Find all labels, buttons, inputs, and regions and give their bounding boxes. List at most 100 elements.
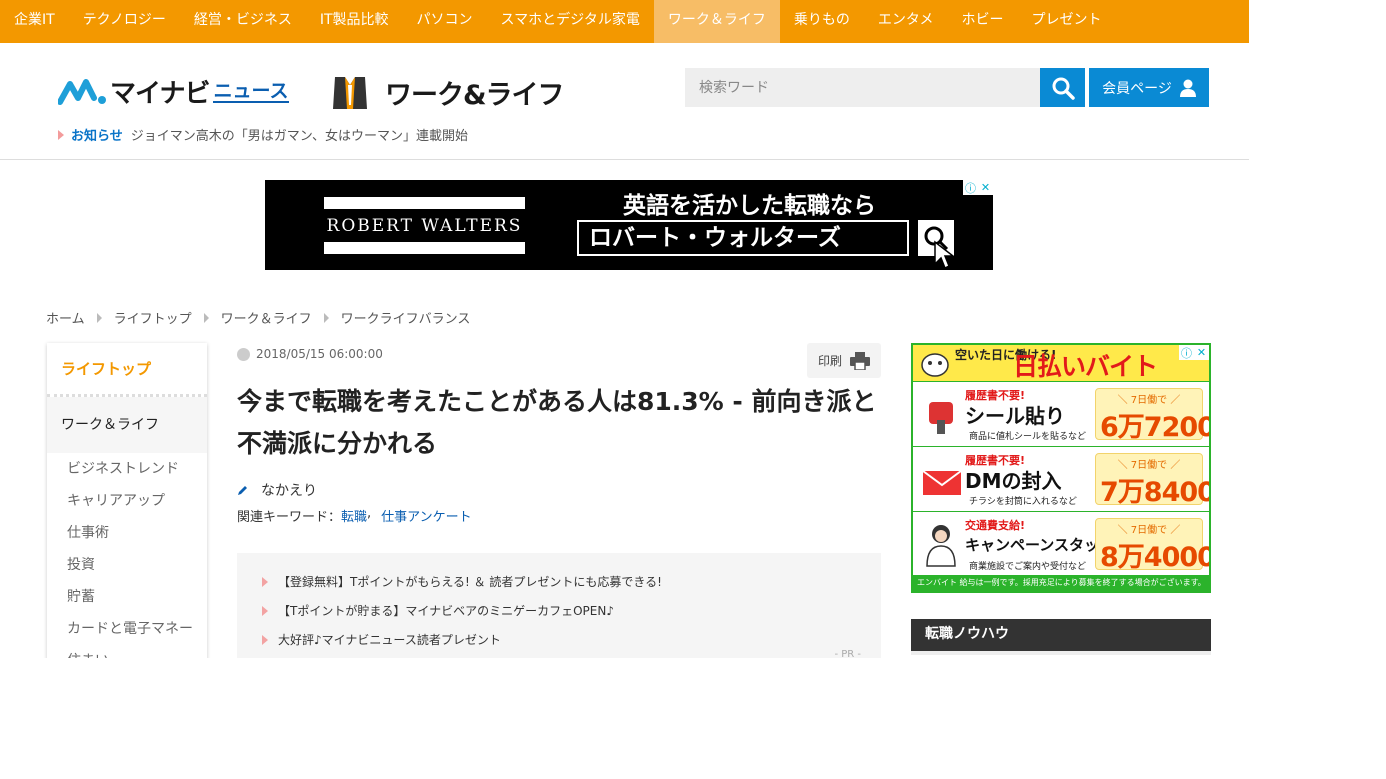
ad-close-icon[interactable]: ✕	[978, 180, 993, 195]
nav-item-it-compare[interactable]: IT製品比較	[306, 0, 403, 43]
search-icon	[1052, 77, 1075, 100]
article-date-text: 2018/05/15 06:00:00	[256, 347, 383, 361]
sidebar-ad-header: 空いた日に働ける! 日払いバイト ⓘ ✕	[913, 345, 1209, 381]
global-nav: 企業IT テクノロジー 経営・ビジネス IT製品比較 パソコン スマホとデジタル…	[0, 0, 1249, 43]
search-button[interactable]	[1040, 68, 1085, 107]
cat-mascot-icon	[921, 353, 949, 377]
print-label: 印刷	[817, 354, 842, 368]
sidebar-item-life-top[interactable]: ライフトップ	[47, 343, 207, 397]
pay-days: ＼ 7日働で ／	[1117, 525, 1181, 536]
site-logo[interactable]: マイナビ ニュース	[58, 73, 289, 110]
site-header: マイナビ ニュース ワーク&ライフ 会員ページ お知らせ ジョイマン高木の「男は…	[0, 43, 1249, 160]
breadcrumb-work-life[interactable]: ワーク＆ライフ	[221, 308, 312, 327]
pay-amount: 7万8400	[1100, 477, 1211, 508]
sidebar-item-work-life[interactable]: ワーク＆ライフ	[47, 397, 207, 453]
pen-icon	[238, 486, 247, 495]
job-description: 商品に値札シールを貼るなど	[969, 432, 1087, 442]
job-pay: ＼ 7日働で ／ 6万7200円	[1095, 388, 1209, 443]
notice-bar: お知らせ ジョイマン高木の「男はガマン、女はウーマン」連載開始	[58, 125, 468, 144]
breadcrumb-separator-icon	[96, 312, 102, 323]
mynavi-logo-icon	[58, 78, 106, 105]
keywords-label: 関連キーワード：	[237, 510, 342, 525]
sidebar-item-cards[interactable]: カードと電子マネー	[47, 613, 207, 645]
logo-brand-text: マイナビ	[110, 79, 210, 109]
notice-link[interactable]: ジョイマン高木の「男はガマン、女はウーマン」連載開始	[131, 125, 468, 144]
pr-link-text: 【登録無料】Tポイントがもらえる! ＆ 読者プレゼントにも応募できる!	[278, 575, 662, 589]
sidebar-ad-job-row: 交通費支給! キャンペーンスタッフ 商業施設でご案内や受付など ＼ 7日働で ／…	[913, 511, 1209, 576]
breadcrumb-separator-icon	[203, 312, 209, 323]
sidebar-ad-choices[interactable]: ⓘ ✕	[1179, 345, 1209, 360]
sidebar-ad-job-row: 履歴書不要! DMの封入 チラシを封筒に入れるなど ＼ 7日働で ／ 7万840…	[913, 446, 1209, 511]
ad-choices[interactable]: ⓘ ✕	[963, 180, 993, 195]
pr-link[interactable]: 大好評♪マイナビニュース読者プレゼント	[262, 631, 501, 648]
keyword-link[interactable]: 転職	[341, 506, 367, 525]
pr-links: 【登録無料】Tポイントがもらえる! ＆ 読者プレゼントにも応募できる! 【Tポイ…	[237, 553, 881, 668]
sidebar-item-work-tips[interactable]: 仕事術	[47, 517, 207, 549]
search-input[interactable]	[685, 68, 1040, 107]
category-sidebar: ライフトップ ワーク＆ライフ ビジネストレンド キャリアアップ 仕事術 投資 貯…	[47, 343, 207, 663]
nav-item-work-life[interactable]: ワーク＆ライフ	[653, 0, 780, 43]
ad-headline: 英語を活かした転職なら	[623, 193, 876, 219]
sidebar-ad-job-row: 履歴書不要! シール貼り 商品に値札シールを貼るなど ＼ 7日働で ／ 6万72…	[913, 381, 1209, 446]
nav-item-business[interactable]: 経営・ビジネス	[180, 0, 306, 43]
pr-link-text: 【Tポイントが貯まる】マイナビベアのミニゲーカフェOPEN♪	[278, 604, 614, 618]
nav-item-entertainment[interactable]: エンタメ	[864, 0, 948, 43]
nav-item-present[interactable]: プレゼント	[1017, 0, 1115, 43]
job-description: チラシを封筒に入れるなど	[969, 497, 1077, 507]
sidebar-ad[interactable]: 空いた日に働ける! 日払いバイト ⓘ ✕ 履歴書不要! シール貼り 商品に値札シ…	[911, 343, 1211, 593]
job-requirement: 交通費支給!	[965, 519, 1026, 532]
breadcrumb-life-top[interactable]: ライフトップ	[114, 308, 192, 327]
sidebar-item-savings[interactable]: 貯蓄	[47, 581, 207, 613]
pr-arrow-icon	[262, 605, 268, 616]
sidebar-ad-info-icon[interactable]: ⓘ	[1179, 345, 1194, 360]
pay-days: ＼ 7日働で ／	[1117, 395, 1181, 406]
print-button[interactable]: 印刷	[807, 343, 881, 378]
nav-item-enterprise-it[interactable]: 企業IT	[0, 0, 69, 43]
breadcrumb-separator-icon	[323, 312, 329, 323]
ad-search-box: ロバート・ウォルターズ	[577, 220, 909, 256]
nav-item-vehicles[interactable]: 乗りもの	[780, 0, 864, 43]
article-title: 今まで転職を考えたことがある人は81.3% - 前向き派と不満派に分かれる	[237, 387, 877, 458]
article-date: 2018/05/15 06:00:00	[237, 347, 383, 361]
member-page-label: 会員ページ	[1102, 80, 1172, 97]
user-icon	[1179, 79, 1196, 97]
breadcrumb-home[interactable]: ホーム	[46, 308, 85, 327]
keyword-link[interactable]: 仕事アンケート	[381, 506, 471, 525]
nav-item-pc[interactable]: パソコン	[403, 0, 487, 43]
printer-icon	[850, 351, 870, 370]
nav-item-hobby[interactable]: ホビー	[947, 0, 1017, 43]
job-title: DMの封入	[965, 469, 1062, 493]
keyword-separator: ,	[367, 506, 372, 521]
breadcrumb-work-life-balance[interactable]: ワークライフバランス	[341, 308, 471, 327]
sidebar-heading-career: 転職ノウハウ	[911, 619, 1211, 651]
notice-arrow-icon	[58, 129, 64, 140]
ad-cursor-icon	[934, 240, 956, 270]
sidebar-ad-close-icon[interactable]: ✕	[1194, 345, 1209, 360]
pr-link-text: 大好評♪マイナビニュース読者プレゼント	[278, 633, 501, 647]
related-keywords: 関連キーワード： 転職 , 仕事アンケート	[237, 506, 472, 525]
sidebar-heading-underline	[911, 651, 1211, 655]
ad-advertiser-logo: ROBERT WALTERS	[324, 197, 525, 254]
nav-item-technology[interactable]: テクノロジー	[69, 0, 180, 43]
banner-ad[interactable]: ROBERT WALTERS 英語を活かした転職なら ロバート・ウォルターズ ⓘ…	[265, 180, 993, 270]
section-logo[interactable]: ワーク&ライフ	[331, 73, 565, 112]
job-pay: ＼ 7日働で ／ 7万8400円	[1095, 453, 1209, 508]
author-link[interactable]: なかえり	[261, 480, 317, 500]
suit-icon	[333, 76, 367, 109]
nav-item-smartphone[interactable]: スマホとデジタル家電	[487, 0, 654, 43]
member-page-button[interactable]: 会員ページ	[1089, 68, 1209, 107]
pr-link[interactable]: 【登録無料】Tポイントがもらえる! ＆ 読者プレゼントにも応募できる!	[262, 573, 662, 590]
article-author: なかえり	[237, 480, 317, 500]
sidebar-item-investment[interactable]: 投資	[47, 549, 207, 581]
pr-link[interactable]: 【Tポイントが貯まる】マイナビベアのミニゲーカフェOPEN♪	[262, 602, 614, 619]
pay-amount: 6万7200	[1100, 412, 1211, 443]
ad-info-icon[interactable]: ⓘ	[963, 180, 978, 195]
pay-days: ＼ 7日働で ／	[1117, 460, 1181, 471]
pr-arrow-icon	[262, 634, 268, 645]
sidebar-ad-footer: エンバイト 給与は一例です。採用充足により募集を終了する場合がございます。	[913, 575, 1209, 591]
clock-icon	[237, 347, 250, 361]
sidebar-item-business-trend[interactable]: ビジネストレンド	[47, 453, 207, 485]
pr-arrow-icon	[262, 576, 268, 587]
sidebar-ad-title: 日払いバイト	[1013, 352, 1158, 381]
sidebar-item-career-up[interactable]: キャリアアップ	[47, 485, 207, 517]
